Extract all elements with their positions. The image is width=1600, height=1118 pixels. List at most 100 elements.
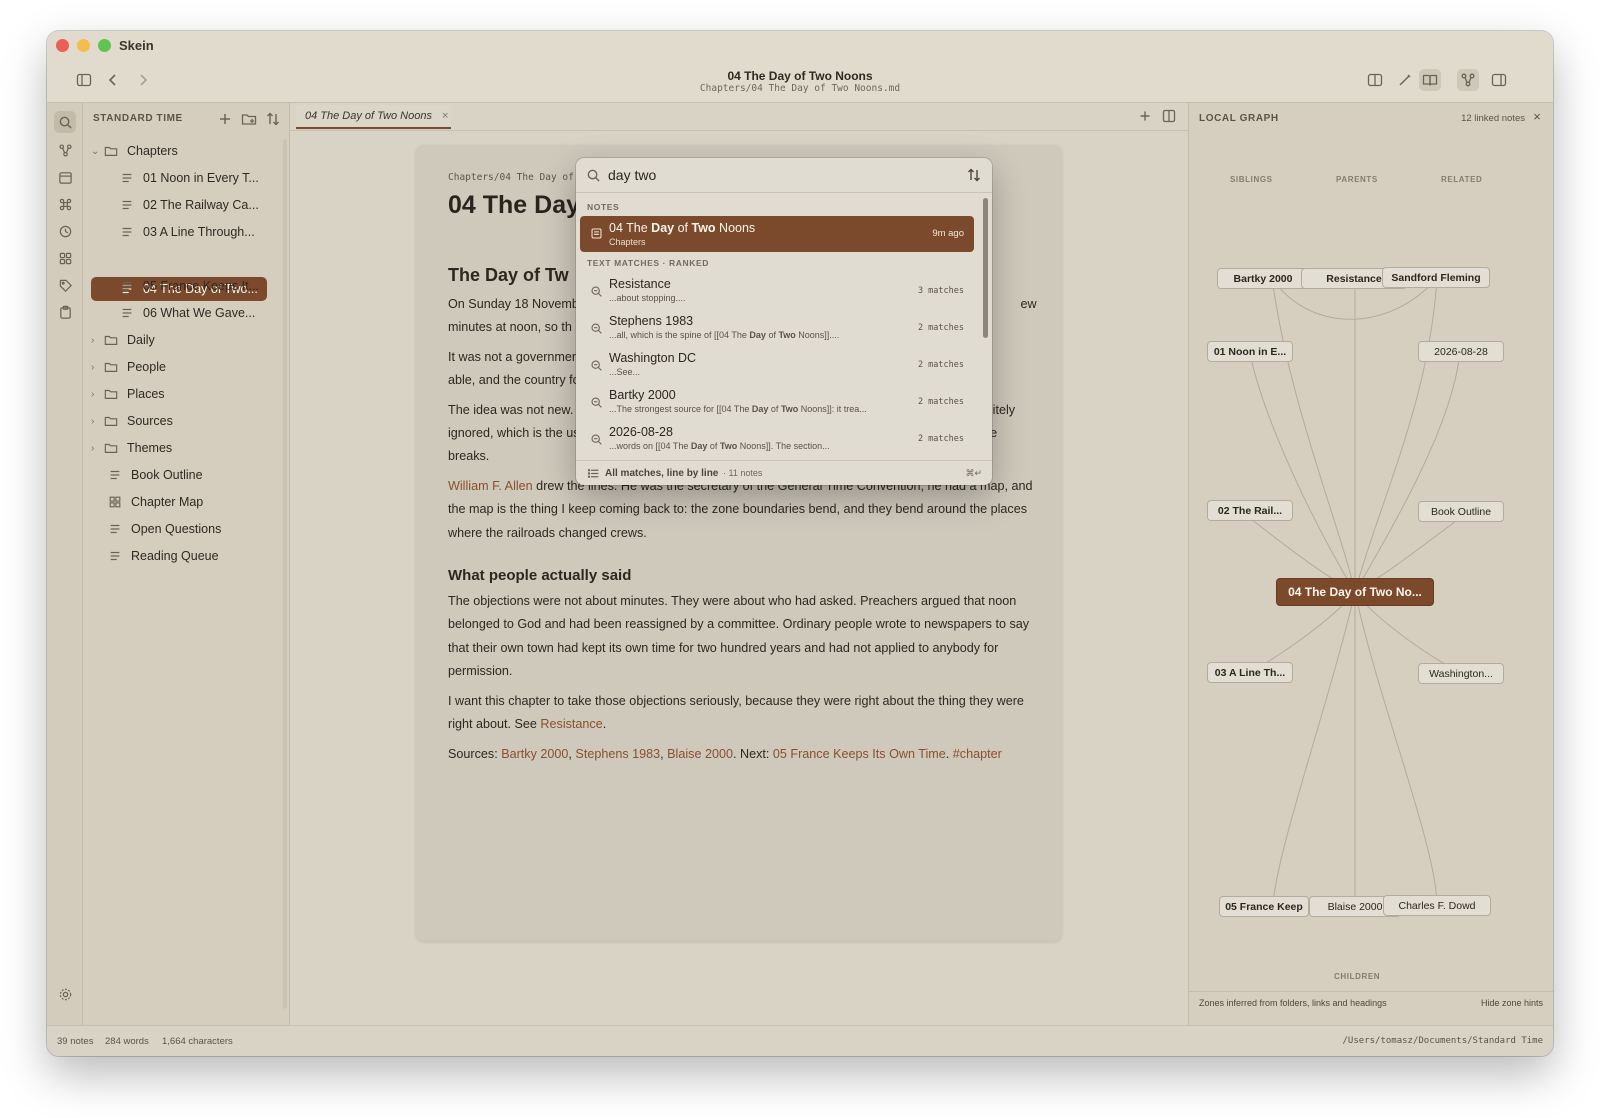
result-time: 9m ago <box>932 228 964 239</box>
tab-active-note[interactable]: 04 The Day of Two Noons × <box>296 105 451 129</box>
zoom-window-button[interactable] <box>98 39 111 52</box>
tag-icon[interactable] <box>54 274 76 296</box>
tree-note-reading-queue[interactable]: Reading Queue <box>107 544 267 568</box>
zone-label-children: CHILDREN <box>1334 972 1381 981</box>
file-tree-sidebar: STANDARD TIME ⌄ Chapters 01 Noon in Ever… <box>83 103 290 1025</box>
chevron-right-icon[interactable]: › <box>91 389 103 400</box>
search-icon[interactable] <box>54 111 76 133</box>
command-icon[interactable] <box>54 193 76 215</box>
tree-item-label: Daily <box>127 333 155 347</box>
tree-note-01[interactable]: 01 Noon in Every T... <box>119 166 269 190</box>
chevron-right-icon[interactable]: › <box>91 362 103 373</box>
graph-node-2026-08-28[interactable]: 2026-08-28 <box>1418 341 1504 362</box>
tree-item-label: Places <box>127 387 165 401</box>
search-icon <box>587 169 600 182</box>
tree-folder-sources[interactable]: › Sources <box>91 409 271 433</box>
new-note-icon[interactable] <box>215 109 235 129</box>
match-row[interactable]: Bartky 2000 ...The strongest source for … <box>580 384 974 420</box>
graph-node-charles-dowd[interactable]: Charles F. Dowd <box>1383 895 1491 916</box>
graph-node-05-france[interactable]: 05 France Keep <box>1219 896 1309 917</box>
match-row[interactable]: Washington DC ...See... 2 matches <box>580 347 974 383</box>
link-stephens-1983[interactable]: Stephens 1983 <box>575 747 660 761</box>
highlight-two: Two <box>778 330 796 340</box>
graph-node-02-railway[interactable]: 02 The Rail... <box>1207 500 1293 521</box>
calendar-icon[interactable] <box>54 166 76 188</box>
palette-scrollbar[interactable] <box>983 198 988 338</box>
grid-icon[interactable] <box>54 247 76 269</box>
note-icon <box>107 521 123 537</box>
chevron-right-icon[interactable]: › <box>91 335 103 346</box>
new-folder-icon[interactable] <box>239 109 259 129</box>
match-row[interactable]: 2026-08-28 ...words on [[04 The Day of T… <box>580 421 974 457</box>
split-view-icon[interactable] <box>1364 69 1386 91</box>
chevron-right-icon[interactable]: › <box>91 443 103 454</box>
tree-note-open-questions[interactable]: Open Questions <box>107 517 267 541</box>
tree-note-03[interactable]: 03 A Line Through... <box>119 220 269 244</box>
history-icon[interactable] <box>54 220 76 242</box>
graph-node-01-noon[interactable]: 01 Noon in E... <box>1207 341 1293 362</box>
sidebar-scrollbar[interactable] <box>283 139 287 1009</box>
link-next-chapter[interactable]: 05 France Keeps Its Own Time <box>773 747 946 761</box>
search-palette: NOTES 04 The Day of Two Noons Chapters 9… <box>576 158 992 485</box>
note-icon <box>119 305 135 321</box>
clipboard-icon[interactable] <box>54 301 76 323</box>
sort-toggle-icon[interactable] <box>966 167 982 183</box>
palette-footer[interactable]: All matches, line by line · 11 notes ⌘↵ <box>576 460 992 485</box>
chevron-down-icon[interactable]: ⌄ <box>91 146 103 157</box>
graph-node-sandford-fleming[interactable]: Sandford Fleming <box>1382 267 1490 288</box>
settings-icon[interactable] <box>54 983 76 1005</box>
close-tab-icon[interactable]: × <box>442 110 448 122</box>
tree-note-05[interactable]: 05 France Keeps It... <box>119 274 269 298</box>
tree-folder-daily[interactable]: › Daily <box>91 328 271 352</box>
graph-node-current[interactable]: 04 The Day of Two No... <box>1276 578 1434 606</box>
paragraph-5: The objections were not about minutes. T… <box>448 594 1030 679</box>
sort-icon[interactable] <box>263 109 283 129</box>
chevron-right-icon[interactable]: › <box>91 416 103 427</box>
paragraph-4: William F. Allen drew the lines. He was … <box>448 475 1038 545</box>
close-window-button[interactable] <box>56 39 69 52</box>
status-word-count: 284 words <box>105 1036 149 1047</box>
match-row[interactable]: Stephens 1983 ...all, which is the spine… <box>580 310 974 346</box>
tree-folder-places[interactable]: › Places <box>91 382 271 406</box>
note-icon <box>119 278 135 294</box>
palette-search-input[interactable] <box>608 165 948 185</box>
split-pane-icon[interactable] <box>1160 107 1178 125</box>
link-william-allen[interactable]: William F. Allen <box>448 479 533 493</box>
hide-zone-hints-button[interactable]: Hide zone hints <box>1481 998 1543 1008</box>
graph-node-03-line[interactable]: 03 A Line Th... <box>1207 662 1293 683</box>
link-blaise-2000[interactable]: Blaise 2000 <box>667 747 733 761</box>
graph-node-washington[interactable]: Washington... <box>1418 663 1504 684</box>
tree-note-06[interactable]: 06 What We Gave... <box>119 301 269 325</box>
new-tab-icon[interactable] <box>1136 107 1154 125</box>
match-count: 2 matches <box>917 360 964 370</box>
tree-note-chapter-map[interactable]: Chapter Map <box>107 490 267 514</box>
minimize-window-button[interactable] <box>77 39 90 52</box>
link-bartky-2000[interactable]: Bartky 2000 <box>501 747 568 761</box>
reading-mode-icon[interactable] <box>1419 69 1441 91</box>
tag-chapter[interactable]: #chapter <box>953 747 1002 761</box>
edit-mode-icon[interactable] <box>1394 69 1416 91</box>
graph-node-bartky[interactable]: Bartky 2000 <box>1217 268 1309 289</box>
graph-toggle-icon[interactable] <box>1457 69 1479 91</box>
match-title: Stephens 1983 <box>609 314 694 328</box>
tree-folder-chapters[interactable]: ⌄ Chapters <box>91 139 271 163</box>
tree-folder-themes[interactable]: › Themes <box>91 436 271 460</box>
snippet-text: ...The strongest source for [[04 The <box>609 404 752 414</box>
tree-item-label: Reading Queue <box>131 549 219 563</box>
link-resistance[interactable]: Resistance <box>540 717 602 731</box>
graph-node-book-outline[interactable]: Book Outline <box>1418 501 1504 522</box>
close-graph-icon[interactable]: × <box>1530 110 1544 124</box>
right-panel-icon[interactable] <box>1488 69 1510 91</box>
tree-folder-people[interactable]: › People <box>91 355 271 379</box>
tree-note-02[interactable]: 02 The Railway Ca... <box>119 193 269 217</box>
highlight-day: Day <box>690 441 708 451</box>
match-snippet: ...words on [[04 The Day of Two Noons]].… <box>609 441 830 451</box>
notes-section-heading: NOTES <box>587 202 620 212</box>
top-note-result[interactable]: 04 The Day of Two Noons Chapters 9m ago <box>580 216 974 252</box>
title-text: 04 The <box>609 221 652 235</box>
tree-note-book-outline[interactable]: Book Outline <box>107 463 267 487</box>
match-row[interactable]: Resistance ...about stopping.... 3 match… <box>580 273 974 309</box>
folder-icon <box>103 386 119 402</box>
graph-icon[interactable] <box>54 139 76 161</box>
title-bar: Skein 04 The Day of Two Noons Chapters/0… <box>47 31 1553 103</box>
